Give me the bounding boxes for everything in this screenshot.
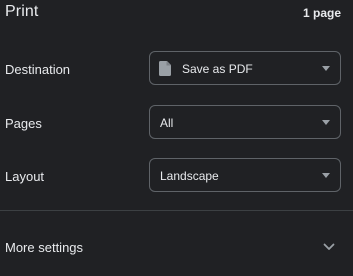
destination-row: Destination Save as PDF xyxy=(0,51,353,87)
layout-select[interactable]: Landscape xyxy=(149,158,341,192)
destination-select[interactable]: Save as PDF xyxy=(149,51,341,85)
print-panel: Print 1 page Destination Save as PDF Pag… xyxy=(0,0,353,276)
print-header: Print 1 page xyxy=(0,0,353,28)
page-title: Print xyxy=(5,3,39,20)
pages-row: Pages All xyxy=(0,105,353,141)
layout-row: Layout Landscape xyxy=(0,158,353,194)
destination-value: Save as PDF xyxy=(182,62,253,76)
dropdown-arrow-icon xyxy=(322,66,330,71)
more-settings-label: More settings xyxy=(5,240,84,255)
section-divider xyxy=(0,210,353,211)
dropdown-arrow-icon xyxy=(322,120,330,125)
dropdown-arrow-icon xyxy=(322,173,330,178)
pages-select[interactable]: All xyxy=(149,105,341,139)
chevron-down-icon xyxy=(323,243,335,250)
pages-value: All xyxy=(160,116,174,130)
more-settings-toggle[interactable]: More settings xyxy=(0,228,353,268)
destination-label: Destination xyxy=(5,62,71,77)
page-count: 1 page xyxy=(302,6,341,20)
document-icon xyxy=(159,61,171,76)
layout-value: Landscape xyxy=(160,169,219,183)
pages-label: Pages xyxy=(5,116,42,131)
layout-label: Layout xyxy=(5,169,45,184)
